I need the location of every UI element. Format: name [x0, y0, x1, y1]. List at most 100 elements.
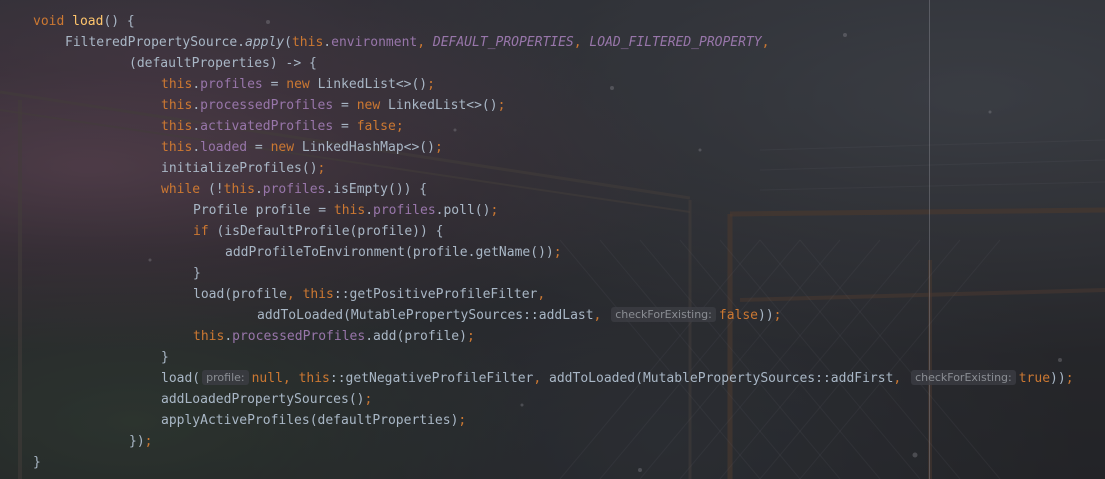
- code-token: addToLoaded(MutablePropertySources::addL…: [257, 308, 594, 323]
- code-token: ::getPositiveProfileFilter: [333, 287, 538, 302]
- code-line[interactable]: (defaultProperties) -> {: [129, 53, 317, 74]
- code-line[interactable]: }: [161, 347, 169, 368]
- code-token: this: [333, 203, 366, 218]
- code-token: )): [758, 308, 774, 323]
- code-token: this: [223, 182, 255, 197]
- code-editor[interactable]: void load() {FilteredPropertySource.appl…: [0, 0, 1105, 479]
- parameter-hint: checkForExisting:: [611, 307, 716, 322]
- code-token: this: [302, 287, 334, 302]
- code-token: addLoadedPropertySources(): [161, 392, 365, 407]
- code-token: load(: [161, 371, 201, 386]
- code-token: applyActiveProfiles(defaultProperties): [161, 413, 459, 428]
- code-token: ,: [573, 35, 590, 50]
- code-token: }: [193, 266, 201, 281]
- code-token: (: [284, 35, 292, 50]
- code-line[interactable]: initializeProfiles();: [161, 158, 325, 179]
- code-line[interactable]: }: [33, 452, 41, 473]
- code-line[interactable]: addProfileToEnvironment(profile.getName(…: [225, 242, 562, 263]
- code-token: }): [129, 434, 145, 449]
- code-line[interactable]: this.loaded = new LinkedHashMap<>();: [161, 137, 443, 158]
- code-token: .: [365, 203, 374, 218]
- code-token: .: [224, 329, 233, 344]
- code-line[interactable]: this.processedProfiles = new LinkedList<…: [161, 95, 505, 116]
- code-token: ;: [773, 308, 782, 323]
- code-token: ;: [497, 98, 506, 113]
- code-line[interactable]: this.activatedProfiles = false;: [161, 116, 404, 137]
- code-token: ;: [490, 203, 499, 218]
- code-token: (!: [207, 182, 224, 197]
- code-token: ;: [144, 434, 153, 449]
- code-token: profiles: [200, 77, 263, 92]
- code-token: DEFAULT_PROPERTIES: [432, 35, 574, 50]
- code-line[interactable]: this.profiles = new LinkedList<>();: [161, 74, 435, 95]
- code-line[interactable]: addLoadedPropertySources();: [161, 389, 372, 410]
- code-token: ,: [893, 371, 910, 386]
- code-token: processedProfiles: [232, 329, 366, 344]
- code-token: activatedProfiles: [200, 119, 334, 134]
- code-token: processedProfiles: [200, 98, 334, 113]
- code-token: load(profile: [193, 287, 287, 302]
- code-line[interactable]: while (!this.profiles.isEmpty()) {: [161, 179, 427, 200]
- code-token: if: [193, 224, 217, 239]
- code-token: environment: [331, 35, 418, 50]
- code-token: ;: [364, 392, 373, 407]
- code-token: ;: [427, 77, 435, 92]
- code-token: profiles: [373, 203, 436, 218]
- code-token: ;: [317, 161, 326, 176]
- code-line[interactable]: load(profile: null, this::getNegativeProf…: [161, 368, 1074, 389]
- code-token: this: [291, 35, 324, 50]
- code-token: .poll(): [435, 203, 491, 218]
- code-token: false: [718, 308, 759, 323]
- code-token: =: [333, 98, 357, 113]
- code-token: =: [262, 77, 287, 92]
- code-token: LinkedList<>(): [388, 98, 498, 113]
- code-token: this: [161, 77, 193, 92]
- code-line[interactable]: Profile profile = this.profiles.poll();: [193, 200, 498, 221]
- code-line[interactable]: FilteredPropertySource.apply(this.enviro…: [65, 32, 769, 53]
- code-token: ::getNegativeProfileFilter: [329, 371, 534, 386]
- code-token: new: [286, 77, 318, 92]
- code-line[interactable]: applyActiveProfiles(defaultProperties);: [161, 410, 466, 431]
- code-token: .: [323, 35, 332, 50]
- code-token: ,: [533, 371, 550, 386]
- code-token: ,: [593, 308, 610, 323]
- code-token: this: [298, 371, 330, 386]
- code-token: (isDefaultProfile(profile)) {: [216, 224, 444, 239]
- code-line[interactable]: this.processedProfiles.add(profile);: [193, 326, 475, 347]
- code-token: FilteredPropertySource.: [65, 35, 246, 50]
- code-token: ;: [458, 413, 467, 428]
- code-token: LinkedHashMap<>(): [301, 140, 435, 155]
- code-token: null: [251, 371, 283, 386]
- code-token: ;: [553, 245, 562, 260]
- code-token: LOAD_FILTERED_PROPERTY: [589, 35, 762, 50]
- code-token: new: [356, 98, 388, 113]
- code-token: .: [192, 140, 201, 155]
- code-token: new: [270, 140, 302, 155]
- code-line[interactable]: addToLoaded(MutablePropertySources::addL…: [257, 305, 782, 326]
- code-token: }: [33, 455, 41, 470]
- code-token: ,: [761, 35, 770, 50]
- code-token: true: [1018, 371, 1051, 386]
- code-token: load: [72, 14, 104, 29]
- code-token: =: [247, 140, 271, 155]
- code-token: ;: [1065, 371, 1074, 386]
- parameter-hint: profile:: [202, 370, 249, 385]
- code-token: ;: [434, 140, 443, 155]
- code-token: }: [161, 350, 169, 365]
- code-token: LinkedList<>(): [317, 77, 428, 92]
- code-token: .: [192, 77, 201, 92]
- code-line[interactable]: load(profile, this::getPositiveProfileFi…: [193, 284, 545, 305]
- code-token: () {: [103, 14, 135, 29]
- code-token: false: [356, 119, 396, 134]
- code-token: ,: [537, 287, 546, 302]
- code-line[interactable]: }: [193, 263, 201, 284]
- code-token: .: [192, 98, 201, 113]
- code-line[interactable]: void load() {: [33, 11, 135, 32]
- code-line[interactable]: });: [129, 431, 152, 452]
- code-token: void: [33, 14, 73, 29]
- code-token: ;: [395, 119, 404, 134]
- code-token: Profile profile =: [193, 203, 334, 218]
- code-line[interactable]: if (isDefaultProfile(profile)) {: [193, 221, 443, 242]
- code-token: ,: [417, 35, 433, 50]
- code-token: )): [1050, 371, 1066, 386]
